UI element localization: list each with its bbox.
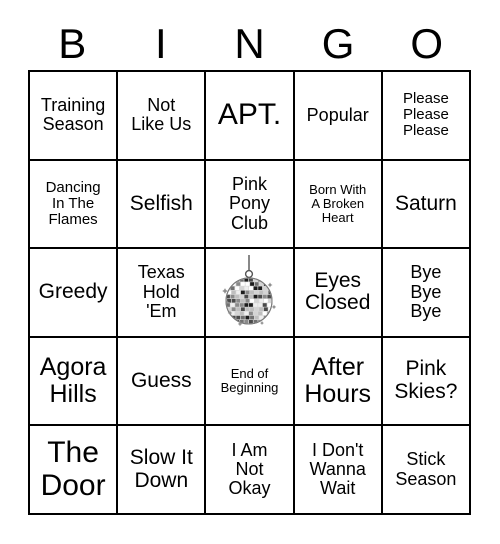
bingo-header: B I N G O xyxy=(28,18,471,70)
bingo-cell[interactable]: Please Please Please xyxy=(382,72,471,161)
bingo-cell[interactable]: Selfish xyxy=(118,160,207,250)
bingo-cell[interactable]: Agora Hills xyxy=(30,337,119,427)
bingo-cell-label: Stick Season xyxy=(395,449,457,489)
bingo-free-space[interactable] xyxy=(206,249,295,338)
bingo-cell[interactable]: Pink Pony Club xyxy=(206,160,295,250)
bingo-cell-label: Guess xyxy=(130,368,192,392)
bingo-cell-label: Texas Hold 'Em xyxy=(137,262,185,322)
bingo-cell-label: Saturn xyxy=(394,191,457,215)
bingo-cell-label: Selfish xyxy=(129,191,193,215)
bingo-cell-label: The Door xyxy=(40,436,106,502)
bingo-cell[interactable]: Stick Season xyxy=(382,426,471,515)
bingo-cell[interactable]: Training Season xyxy=(30,72,119,161)
bingo-cell-label: Slow It Down xyxy=(129,446,193,492)
disco-ball-icon xyxy=(222,255,277,327)
bingo-cell-label: Pink Skies? xyxy=(394,357,458,404)
bingo-cell[interactable]: Pink Skies? xyxy=(382,337,471,427)
bingo-cell[interactable]: Guess xyxy=(118,337,207,427)
header-letter-n: N xyxy=(234,20,265,67)
bingo-cell[interactable]: Eyes Closed xyxy=(294,249,383,338)
bingo-cell[interactable]: I Am Not Okay xyxy=(206,426,295,515)
bingo-cell-label: End of Beginning xyxy=(220,366,279,396)
bingo-cell[interactable]: Saturn xyxy=(382,160,471,250)
bingo-cell-label: Born With A Broken Heart xyxy=(309,181,367,225)
bingo-cell-label: Popular xyxy=(306,104,369,125)
bingo-grid: Training Season Not Like Us APT. Popular Ple… xyxy=(28,70,471,515)
bingo-cell[interactable]: Not Like Us xyxy=(118,72,207,161)
bingo-cell[interactable]: Dancing In The Flames xyxy=(30,160,119,250)
bingo-cell-label: Pink Pony Club xyxy=(228,173,270,233)
bingo-cell-label: Agora Hills xyxy=(39,353,107,409)
bingo-cell-label: Training Season xyxy=(40,94,106,135)
bingo-cell-label: Eyes Closed xyxy=(305,268,371,315)
bingo-cell[interactable]: Greedy xyxy=(30,249,119,338)
bingo-cell[interactable]: Texas Hold 'Em xyxy=(118,249,207,338)
bingo-cell-label: APT. xyxy=(217,98,282,132)
bingo-cell[interactable]: Born With A Broken Heart xyxy=(294,160,383,250)
bingo-cell[interactable]: I Don't Wanna Wait xyxy=(294,426,383,515)
bingo-card: B I N G O Training Season Not Like Us APT.… xyxy=(0,0,500,544)
bingo-cell[interactable]: APT. xyxy=(206,72,295,161)
bingo-cell-label: Bye Bye Bye xyxy=(410,262,442,322)
bingo-cell-label: Not Like Us xyxy=(131,94,192,135)
bingo-cell-label: I Don't Wanna Wait xyxy=(309,439,366,499)
bingo-cell[interactable]: Bye Bye Bye xyxy=(382,249,471,338)
bingo-cell[interactable]: After Hours xyxy=(294,337,383,427)
header-letter-g: G xyxy=(321,20,355,67)
bingo-cell-label: I Am Not Okay xyxy=(228,439,271,499)
bingo-cell-label: After Hours xyxy=(304,353,372,409)
header-letter-b: B xyxy=(58,20,87,67)
bingo-cell[interactable]: Popular xyxy=(294,72,383,161)
header-letter-i: I xyxy=(155,20,167,67)
header-letter-o: O xyxy=(410,20,443,67)
bingo-cell-label: Please Please Please xyxy=(402,90,449,140)
bingo-cell[interactable]: End of Beginning xyxy=(206,337,295,427)
bingo-cell-label: Greedy xyxy=(38,280,108,304)
bingo-cell[interactable]: Slow It Down xyxy=(118,426,207,515)
bingo-cell-label: Dancing In The Flames xyxy=(45,178,101,228)
bingo-cell[interactable]: The Door xyxy=(30,426,119,515)
